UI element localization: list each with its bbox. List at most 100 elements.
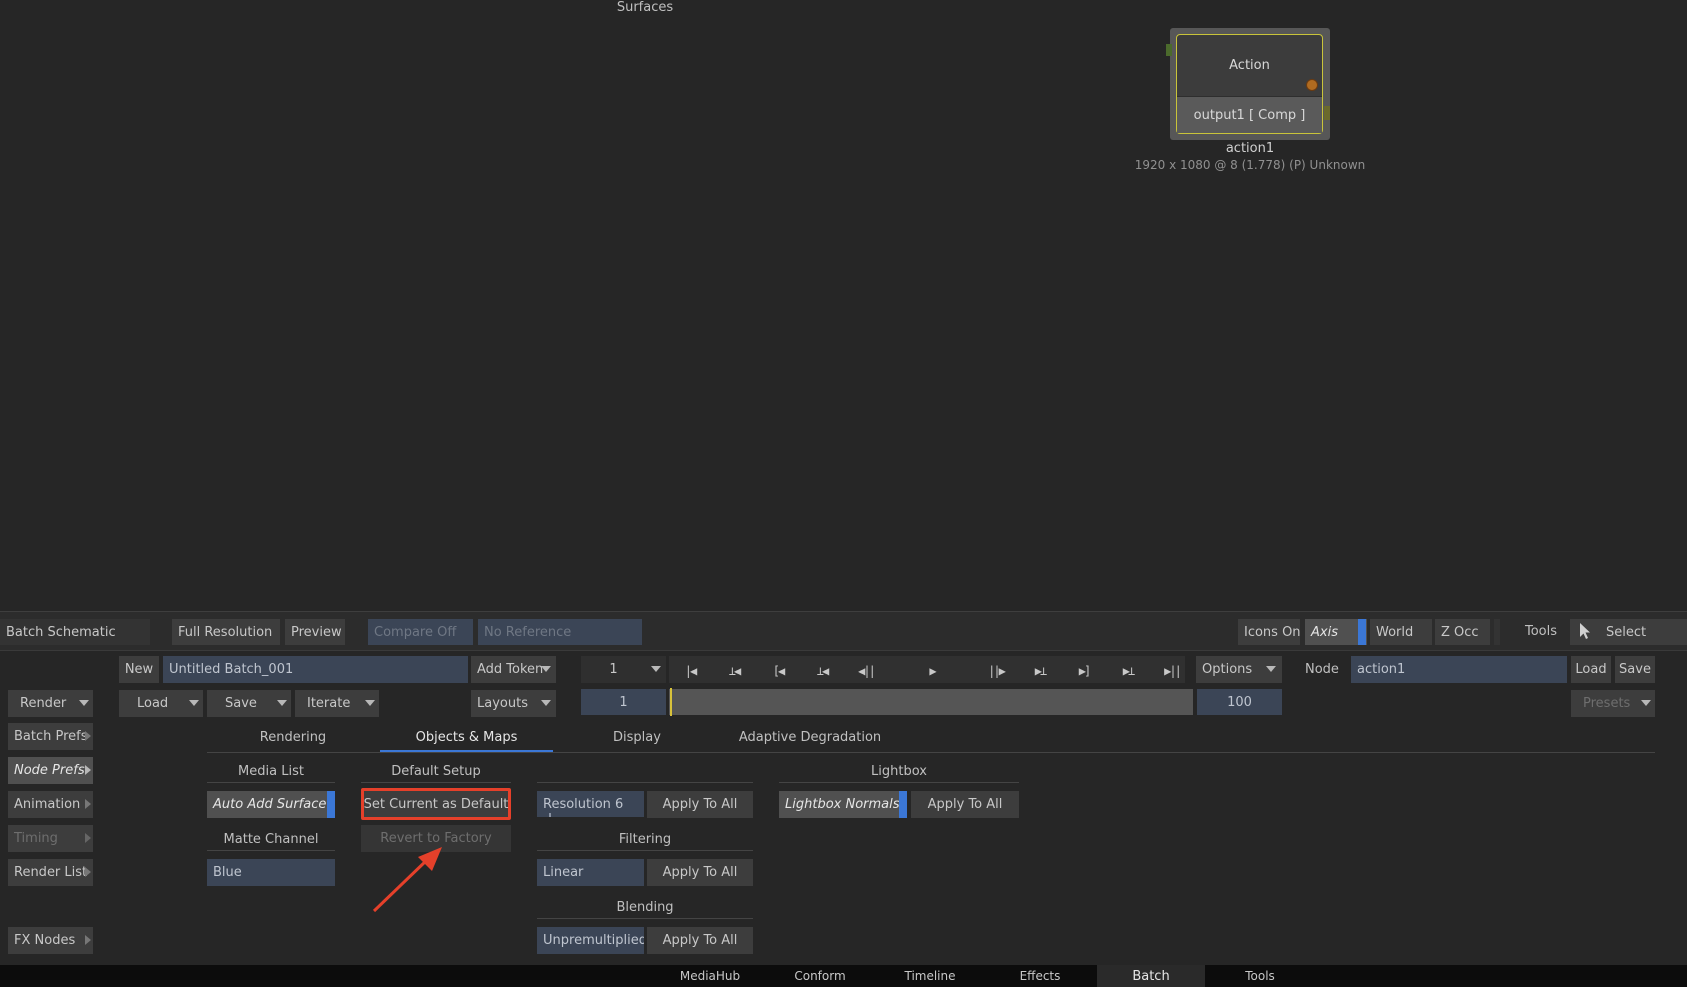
go-to-end-icon[interactable]: ▶||	[1155, 660, 1189, 682]
tab-mediahub[interactable]: MediaHub	[662, 965, 758, 987]
node-title: Action	[1229, 57, 1270, 73]
render-list-button[interactable]: Render List	[8, 859, 93, 886]
batch-schematic-canvas[interactable]	[0, 0, 1687, 611]
tab-objects-maps[interactable]: Objects & Maps	[380, 730, 553, 752]
previous-keyframe-icon[interactable]: ⊥◀	[717, 660, 751, 682]
previous-frame-icon[interactable]: ⊥◀	[805, 660, 839, 682]
current-frame-field[interactable]: 1	[581, 656, 646, 683]
node-output-label: output1 [ Comp ]	[1177, 96, 1322, 133]
chevron-right-icon	[85, 765, 91, 775]
filtering-apply-to-all-button[interactable]: Apply To All	[647, 859, 753, 886]
compare-off-field[interactable]: Compare Off	[368, 619, 473, 645]
save-batch-button[interactable]: Save	[207, 690, 273, 717]
node-load-button[interactable]: Load	[1571, 656, 1611, 683]
axis-toggle-indicator	[1358, 619, 1366, 645]
chevron-down-icon	[277, 700, 287, 706]
section-divider	[779, 782, 1019, 783]
blending-apply-to-all-button[interactable]: Apply To All	[647, 927, 753, 954]
start-frame-field[interactable]: 1	[581, 689, 666, 715]
lightbox-header: Lightbox	[871, 764, 927, 779]
filtering-header: Filtering	[618, 832, 672, 847]
iterate-button[interactable]: Iterate	[295, 690, 361, 717]
batch-schematic-view-button[interactable]: Batch Schematic	[0, 619, 150, 645]
node-input-tab[interactable]	[1166, 44, 1172, 56]
blending-header: Blending	[616, 900, 674, 915]
go-to-out-point-icon[interactable]: ▶]	[1067, 660, 1101, 682]
full-resolution-button[interactable]: Full Resolution	[172, 619, 280, 645]
annotation-arrow-icon	[372, 847, 442, 913]
node-name-field[interactable]: action1	[1351, 656, 1567, 683]
play-icon[interactable]: ▶	[915, 660, 949, 682]
playhead[interactable]	[670, 688, 672, 716]
chevron-down-icon	[1266, 666, 1276, 672]
chevron-right-icon	[85, 799, 91, 809]
chevron-right-icon	[85, 731, 91, 741]
chevron-down-icon	[365, 700, 375, 706]
step-forward-icon[interactable]: ||▶	[979, 660, 1013, 682]
resolution-slider-tick	[549, 813, 551, 817]
tab-rendering[interactable]: Rendering	[207, 730, 379, 752]
chevron-down-icon	[541, 700, 551, 706]
section-divider	[207, 850, 335, 851]
chevron-right-icon	[85, 867, 91, 877]
surfaces-header: Surfaces	[616, 0, 674, 15]
chevron-down-icon	[1641, 700, 1651, 706]
tab-adaptive-degradation[interactable]: Adaptive Degradation	[721, 730, 899, 752]
node-output-port[interactable]	[1306, 79, 1318, 91]
next-keyframe-icon[interactable]: ▶⊥	[1111, 660, 1145, 682]
node-save-button[interactable]: Save	[1615, 656, 1655, 683]
tab-conform[interactable]: Conform	[772, 965, 868, 987]
node-label: Node	[1305, 662, 1339, 677]
section-divider	[361, 782, 511, 783]
section-divider	[207, 782, 335, 783]
lightbox-apply-to-all-button[interactable]: Apply To All	[911, 791, 1019, 818]
next-frame-icon[interactable]: ▶⊥	[1023, 660, 1057, 682]
timeline-scrubber[interactable]	[669, 689, 1193, 715]
filtering-dropdown[interactable]: Linear	[537, 859, 644, 886]
fx-nodes-button[interactable]: FX Nodes	[8, 927, 93, 954]
matte-channel-header: Matte Channel	[223, 832, 319, 847]
surfaces-apply-to-all-button[interactable]: Apply To All	[647, 791, 753, 818]
auto-add-surface-toggle[interactable]: Auto Add Surface	[207, 791, 327, 818]
chevron-down-icon	[79, 700, 89, 706]
load-batch-button[interactable]: Load	[119, 690, 185, 717]
z-occ-button[interactable]: Z Occ	[1435, 619, 1490, 645]
lightbox-normals-indicator	[899, 791, 907, 818]
chevron-down-icon	[189, 700, 199, 706]
end-frame-field[interactable]: 100	[1197, 689, 1282, 715]
go-to-in-point-icon[interactable]: [◀	[761, 660, 795, 682]
timing-button[interactable]: Timing	[8, 825, 93, 852]
preview-button[interactable]: Preview	[285, 619, 345, 645]
world-button[interactable]: World	[1370, 619, 1432, 645]
blending-dropdown[interactable]: Unpremultiplied	[537, 927, 644, 954]
batch-name-field[interactable]: Untitled Batch_001	[163, 656, 468, 683]
section-divider	[537, 782, 753, 783]
tools-label: Tools	[1525, 624, 1558, 639]
chevron-right-icon	[85, 935, 91, 945]
tab-divider	[207, 752, 1655, 753]
section-divider	[537, 850, 753, 851]
animation-button[interactable]: Animation	[8, 791, 93, 818]
tab-timeline[interactable]: Timeline	[882, 965, 978, 987]
annotation-highlight-box	[361, 788, 511, 820]
new-batch-button[interactable]: New	[119, 656, 159, 683]
no-reference-field[interactable]: No Reference	[478, 619, 642, 645]
play-reverse-icon[interactable]: ◀||	[849, 660, 883, 682]
batch-prefs-button[interactable]: Batch Prefs	[8, 723, 93, 750]
tab-display[interactable]: Display	[553, 730, 721, 752]
surface-resolution-field[interactable]: Resolution 6	[537, 791, 644, 817]
node-output-tab[interactable]	[1324, 106, 1330, 120]
section-divider	[537, 918, 753, 919]
lightbox-normals-toggle[interactable]: Lightbox Normals	[779, 791, 899, 818]
tab-tools[interactable]: Tools	[1212, 965, 1308, 987]
icons-on-button[interactable]: Icons On	[1238, 619, 1300, 645]
render-button[interactable]: Render	[8, 690, 76, 717]
presets-button[interactable]: Presets	[1571, 690, 1637, 717]
tab-batch[interactable]: Batch	[1097, 965, 1205, 987]
matte-channel-dropdown[interactable]: Blue	[207, 859, 335, 886]
node-prefs-button[interactable]: Node Prefs	[8, 757, 93, 784]
chevron-down-icon	[541, 666, 551, 672]
node-resolution-info: 1920 x 1080 @ 8 (1.778) (P) Unknown	[1134, 158, 1366, 172]
tab-effects[interactable]: Effects	[992, 965, 1088, 987]
go-to-start-icon[interactable]: |◀	[673, 660, 707, 682]
